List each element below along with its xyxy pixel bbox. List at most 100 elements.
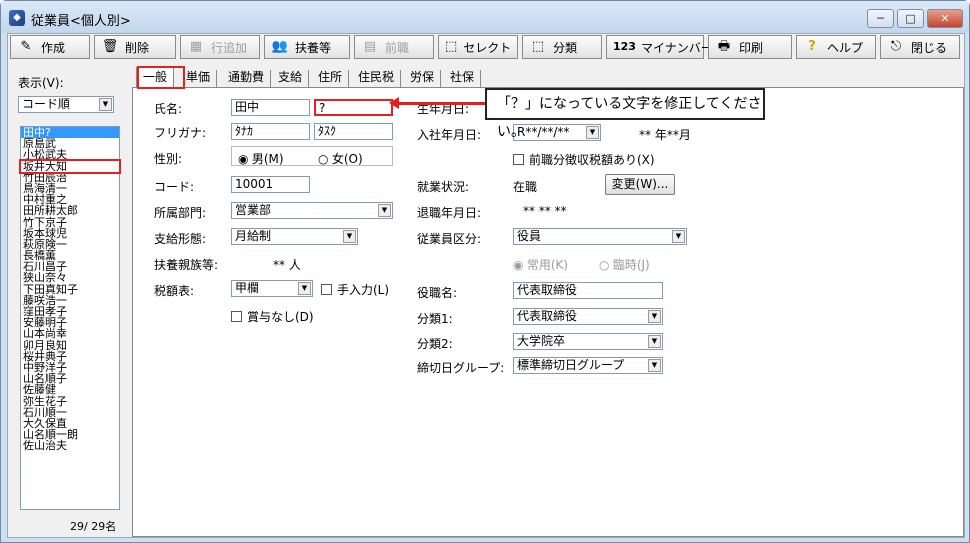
print-button[interactable]: 🖶 印刷: [708, 35, 792, 59]
list-item[interactable]: 佐藤健: [21, 384, 119, 395]
callout-arrow-shaft: [397, 102, 485, 105]
instruction-callout: 「？」になっている文字を修正してください。: [485, 88, 765, 140]
dependents-button[interactable]: 👥 扶養等: [264, 35, 350, 59]
dependents-value: ** 人: [273, 258, 301, 272]
tab-panel-general: 氏名: 田中 ? フリガナ: ﾀﾅｶ ﾀｽｸ 性別: ◉ 男(M) ○ 女(O)…: [132, 87, 964, 537]
code-label: コード:: [154, 180, 195, 194]
prev-job-button[interactable]: ▤ 前職: [354, 35, 434, 59]
tab-6[interactable]: 労保: [404, 70, 442, 87]
add-row-button[interactable]: ▦ 行追加: [180, 35, 260, 59]
retire-date-label: 退職年月日:: [417, 206, 482, 220]
toolbar: ✎ 作成 🗑 削除 ▦ 行追加 👥 扶養等 ▤ 前職 ⬚ セレクト ⬚ 分類 123 マイナンバ…: [8, 34, 964, 62]
chevron-down-icon[interactable]: ▼: [298, 282, 311, 295]
list-item[interactable]: 田所耕太郎: [21, 205, 119, 216]
display-label: 表示(V):: [18, 76, 64, 90]
last-name-input[interactable]: 田中: [231, 99, 310, 116]
change-status-button[interactable]: 変更(W)...: [605, 174, 675, 195]
tab-4[interactable]: 住所: [312, 70, 350, 87]
list-item[interactable]: 佐山治夫: [21, 440, 119, 451]
delete-button[interactable]: 🗑 削除: [94, 35, 176, 59]
employment-status-value: 在職: [513, 180, 538, 194]
radio-empty-icon: ○: [599, 258, 610, 272]
position-label: 役職名:: [417, 286, 458, 300]
tab-3[interactable]: 支給: [272, 70, 310, 87]
prev-tax-checkbox[interactable]: 前職分徴収税額あり(X): [513, 151, 655, 168]
maximize-button[interactable]: □: [897, 9, 924, 28]
gender-female-radio[interactable]: ○ 女(O): [318, 150, 363, 167]
last-kana-input[interactable]: ﾀﾅｶ: [231, 123, 310, 140]
tab-5[interactable]: 住民税: [352, 70, 402, 87]
list-item[interactable]: 狭山奈々: [21, 272, 119, 283]
employee-list-panel: 表示(V): コード順 ▼ 田中? 原島武 小松武夫 坂井大知 竹田辰治 鳥海清一 中村重之…: [10, 68, 126, 535]
closing-group-select[interactable]: 標準締切日グループ ▼: [513, 357, 663, 374]
kana-label: フリガナ:: [154, 126, 207, 140]
minimize-button[interactable]: ─: [867, 9, 894, 28]
select-icon: ⬚: [445, 39, 458, 54]
list-item[interactable]: 山本尚幸: [21, 328, 119, 339]
select-button[interactable]: ⬚ セレクト: [438, 35, 518, 59]
no-bonus-checkbox[interactable]: 賞与なし(D): [231, 308, 314, 325]
employee-listbox[interactable]: 田中? 原島武 小松武夫 坂井大知 竹田辰治 鳥海清一 中村重之 田所耕太郎 竹下京子 坂本球児萩…: [20, 126, 120, 510]
pay-type-label: 支給形態:: [154, 232, 207, 246]
mynumber-icon: 123: [613, 40, 636, 53]
trash-icon: 🗑: [101, 39, 119, 54]
chevron-down-icon[interactable]: ▼: [648, 310, 661, 323]
radio-empty-icon: ○: [318, 152, 329, 166]
help-button[interactable]: ? ヘルプ: [796, 35, 876, 59]
employee-class-select[interactable]: 役員 ▼: [513, 228, 687, 245]
category-button[interactable]: ⬚ 分類: [522, 35, 602, 59]
tenure-value: ** 年**月: [639, 128, 691, 142]
question-icon: ?: [808, 39, 816, 54]
create-button[interactable]: ✎ 作成: [10, 35, 90, 59]
list-item[interactable]: 弥生花子: [21, 395, 119, 406]
position-input[interactable]: 代表取締役: [513, 282, 663, 299]
radio-checked-icon: ◉: [238, 152, 249, 166]
highlight-frame-list: [19, 159, 121, 174]
table-icon: ▦: [189, 39, 203, 54]
printer-icon: 🖶: [717, 39, 731, 54]
chevron-down-icon[interactable]: ▼: [99, 98, 112, 111]
radio-checked-icon: ◉: [513, 258, 524, 272]
first-name-input[interactable]: ?: [314, 99, 393, 116]
dept-label: 所属部門:: [154, 206, 207, 220]
gender-radio-group: ◉ 男(M) ○ 女(O): [231, 146, 393, 166]
closing-group-label: 締切日グループ:: [417, 361, 505, 375]
close-window-button[interactable]: ✕: [927, 9, 963, 28]
tab-7[interactable]: 社保: [444, 70, 482, 87]
mynumber-button[interactable]: 123 マイナンバー: [606, 35, 713, 59]
pay-type-select[interactable]: 月給制 ▼: [231, 228, 358, 245]
code-input[interactable]: 10001: [231, 176, 310, 193]
join-date-select[interactable]: R**/**/** ▼: [513, 124, 601, 141]
sort-order-select[interactable]: コード順 ▼: [18, 96, 114, 113]
chevron-down-icon[interactable]: ▼: [648, 335, 661, 348]
chevron-down-icon[interactable]: ▼: [378, 204, 391, 217]
chevron-down-icon[interactable]: ▼: [672, 230, 685, 243]
name-label: 氏名:: [154, 102, 183, 116]
first-kana-input[interactable]: ﾀｽｸ: [314, 123, 393, 140]
category2-label: 分類2:: [417, 337, 453, 351]
join-date-label: 入社年月日:: [417, 128, 482, 142]
tax-table-select[interactable]: 甲欄 ▼: [231, 280, 313, 297]
document-icon: ▤: [363, 39, 377, 54]
list-item[interactable]: 竹下京子: [21, 216, 119, 227]
tab-2[interactable]: 通勤費: [222, 70, 272, 87]
tax-table-label: 税額表:: [154, 284, 195, 298]
category1-select[interactable]: 代表取締役 ▼: [513, 308, 663, 325]
category2-select[interactable]: 大学院卒 ▼: [513, 333, 663, 350]
title-bar: ◆ 従業員<個人別> ─ □ ✕: [1, 1, 969, 33]
tab-1[interactable]: 単価: [180, 70, 218, 87]
chevron-down-icon[interactable]: ▼: [343, 230, 356, 243]
employment-status-label: 就業状況:: [417, 180, 470, 194]
dependents-label: 扶養親族等:: [154, 258, 219, 272]
manual-input-checkbox[interactable]: 手入力(L): [321, 281, 389, 298]
chevron-down-icon[interactable]: ▼: [648, 359, 661, 372]
exit-button[interactable]: ⎋ 閉じる: [880, 35, 960, 59]
employee-count: 29/ 29名: [70, 520, 117, 533]
temporary-radio[interactable]: ○ 臨時(J): [599, 256, 650, 273]
window-title: 従業員<個人別>: [31, 14, 131, 29]
regular-radio[interactable]: ◉ 常用(K): [513, 256, 568, 273]
gender-male-radio[interactable]: ◉ 男(M): [238, 150, 284, 167]
callout-arrow-icon: [389, 97, 399, 109]
dept-select[interactable]: 営業部 ▼: [231, 202, 393, 219]
chevron-down-icon[interactable]: ▼: [586, 126, 599, 139]
